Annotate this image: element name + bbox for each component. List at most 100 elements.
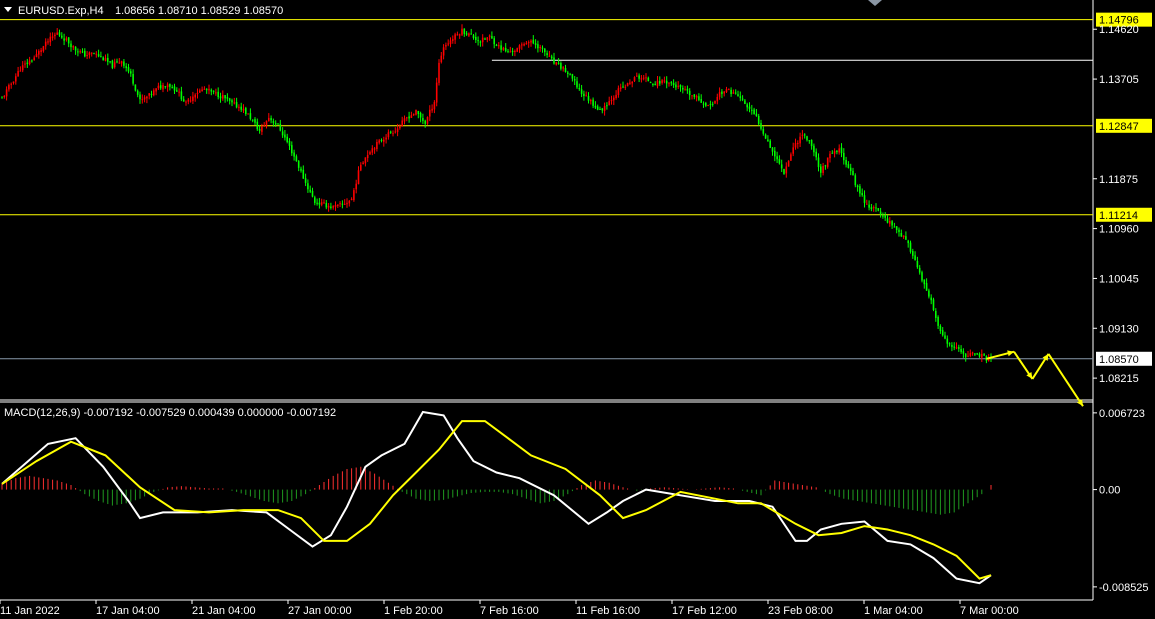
- candle-body: [81, 51, 84, 53]
- candle-body: [596, 106, 599, 110]
- candle-body: [3, 96, 6, 98]
- candle-body: [668, 82, 670, 84]
- candle-body: [840, 147, 843, 154]
- candle-body: [518, 45, 521, 49]
- candle-body: [256, 121, 259, 130]
- ohlc-values: 1.08656 1.08710 1.08529 1.08570: [115, 5, 283, 17]
- price-tick-label-3: 1.10960: [1099, 224, 1139, 236]
- candle-body: [498, 45, 500, 47]
- candle-body: [380, 139, 383, 141]
- candle-body: [100, 56, 102, 58]
- candle-body: [870, 207, 873, 210]
- candle-body: [192, 96, 194, 102]
- candle-body: [534, 43, 537, 45]
- candle-body: [912, 251, 914, 256]
- candle-body: [316, 202, 318, 204]
- candle-body: [509, 51, 512, 53]
- candle-body: [408, 116, 410, 119]
- chart-canvas[interactable]: 1.147961.128471.112141.08570 1.146201.13…: [0, 0, 1155, 619]
- candle-body: [70, 43, 72, 48]
- candle-body: [468, 33, 470, 36]
- candle-body: [120, 61, 123, 64]
- candle-body: [882, 215, 884, 217]
- candle-body: [523, 44, 525, 46]
- candle-body: [51, 36, 54, 38]
- candle-body: [866, 203, 868, 205]
- candle-body: [343, 203, 346, 205]
- candle-body: [684, 89, 686, 91]
- candle-body: [753, 109, 755, 114]
- candle-body: [806, 136, 808, 141]
- time-tick-label-6: 11 Feb 16:00: [576, 605, 640, 617]
- candle-body: [649, 82, 652, 84]
- candle-body: [725, 89, 728, 93]
- candle-body: [709, 104, 712, 106]
- candle-body: [371, 148, 374, 153]
- candle-body: [757, 115, 760, 124]
- candle-body: [378, 140, 380, 143]
- candle-body: [748, 106, 751, 109]
- candle-body: [302, 169, 305, 179]
- candle-body: [707, 105, 709, 107]
- candle-body: [258, 129, 261, 131]
- candle-body: [93, 53, 95, 55]
- candle-body: [373, 148, 376, 150]
- candle-body: [189, 100, 192, 102]
- candle-body: [587, 95, 590, 101]
- candle-body: [778, 159, 781, 164]
- candle-body: [228, 98, 231, 101]
- candle-body: [396, 128, 399, 132]
- candle-body: [394, 131, 397, 133]
- candle-body: [576, 81, 578, 88]
- candle-body: [389, 131, 392, 133]
- candle-body: [594, 105, 597, 108]
- price-tick-label-2: 1.11875: [1099, 174, 1138, 186]
- candle-body: [751, 109, 753, 111]
- time-tick-label-1: 17 Jan 04:00: [96, 605, 160, 617]
- candle-body: [270, 118, 272, 121]
- candle-body: [939, 325, 942, 331]
- candle-body: [606, 105, 608, 107]
- candle-body: [288, 140, 291, 146]
- candle-body: [935, 310, 937, 318]
- candle-body: [201, 89, 203, 92]
- candle-body: [173, 86, 176, 91]
- candle-body: [79, 51, 81, 53]
- candle-body: [21, 65, 24, 71]
- candle-body: [958, 347, 960, 349]
- candle-body: [86, 55, 88, 57]
- candle-body: [477, 40, 479, 42]
- candle-body: [116, 61, 118, 63]
- candle-body: [268, 117, 270, 122]
- candle-body: [49, 36, 52, 43]
- candle-body: [164, 86, 167, 88]
- candle-body: [613, 97, 615, 101]
- candle-body: [291, 145, 293, 154]
- macd-tick-label-0: 0.006723: [1099, 408, 1145, 420]
- candle-body: [415, 109, 417, 115]
- candle-body: [794, 143, 797, 148]
- candle-body: [300, 168, 302, 171]
- candle-body: [863, 195, 866, 203]
- candle-body: [760, 123, 762, 129]
- candle-body: [790, 154, 792, 161]
- candle-body: [774, 150, 776, 157]
- candle-body: [767, 139, 769, 142]
- candle-body: [348, 200, 351, 204]
- candle-body: [603, 106, 606, 111]
- candle-body: [868, 204, 870, 208]
- candle-body: [636, 75, 638, 77]
- candle-body: [590, 99, 592, 102]
- candle-body: [318, 202, 321, 205]
- candle-body: [196, 93, 199, 95]
- candle-body: [449, 40, 452, 45]
- candle-body: [376, 142, 378, 149]
- candle-body: [675, 84, 677, 88]
- candle-body: [224, 95, 226, 99]
- candle-body: [431, 108, 433, 111]
- candle-body: [104, 58, 107, 61]
- candle-body: [433, 102, 436, 110]
- candle-body: [500, 45, 502, 50]
- candle-body: [139, 94, 141, 100]
- candle-body: [491, 36, 493, 39]
